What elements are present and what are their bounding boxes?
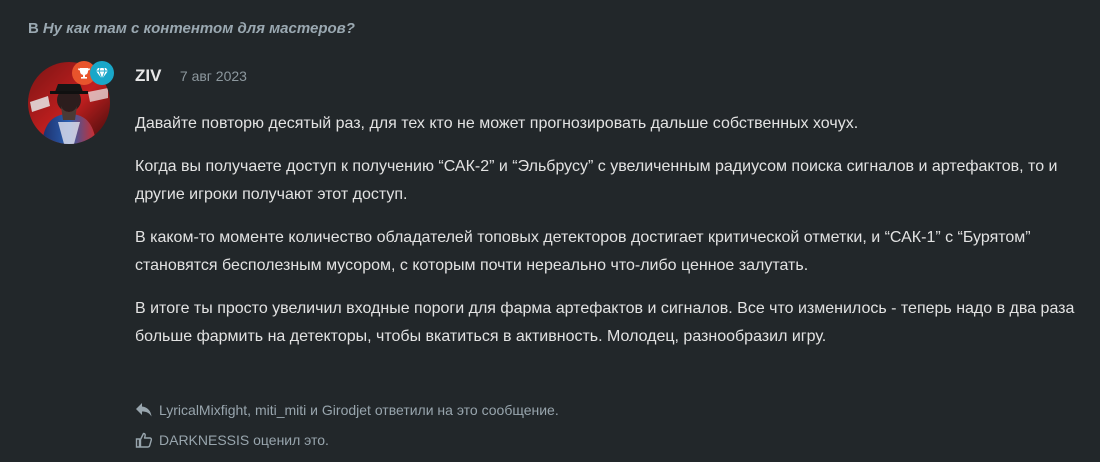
post-date[interactable]: 7 авг 2023 [180,68,247,84]
reply-arrow-icon [136,403,152,417]
reply-user-link[interactable]: LyricalMixfight [159,402,247,418]
thread-prefix: В [28,20,39,37]
separator-text: и [306,402,322,418]
separator-text: , [247,402,255,418]
reply-user-link[interactable]: Girodjet [322,402,371,418]
post-header: ZIV 7 авг 2023 [135,66,247,86]
thread-link[interactable]: В Ну как там с контентом для мастеров? [28,20,355,37]
like-user-link[interactable]: DARKNESSIS [159,432,249,448]
thumbs-up-icon [135,432,153,448]
diamond-icon[interactable] [90,61,114,85]
replies-suffix: ответили на это сообщение. [370,402,559,418]
post-body: Давайте повторю десятый раз, для тех кто… [135,110,1075,366]
username[interactable]: ZIV [135,66,161,85]
likes-suffix: оценил это. [249,432,329,448]
thread-title[interactable]: Ну как там с контентом для мастеров? [43,20,355,37]
reactions: LyricalMixfight, miti_miti и Girodjet от… [135,395,559,455]
post-paragraph: В каком-то моменте количество обладателе… [135,228,1031,275]
replies-line: LyricalMixfight, miti_miti и Girodjet от… [135,395,559,425]
post-paragraph: Давайте повторю десятый раз, для тех кто… [135,115,859,132]
post-paragraph: В итоге ты просто увеличил входные порог… [135,299,1075,346]
likes-line: DARKNESSIS оценил это. [135,425,559,455]
post-paragraph: Когда вы получаете доступ к получению “С… [135,157,1058,204]
reply-user-link[interactable]: miti_miti [255,402,306,418]
post: ZIV 7 авг 2023 Давайте повторю десятый р… [28,61,1088,462]
